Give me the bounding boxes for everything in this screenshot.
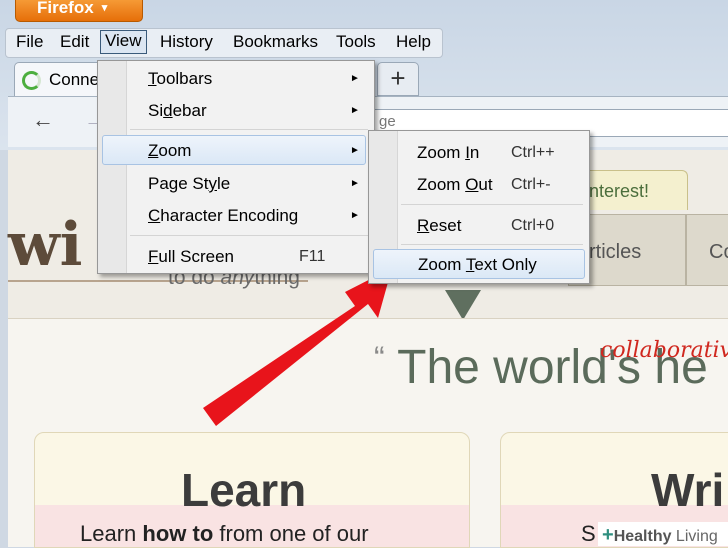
watermark-healthy: Healthy — [613, 528, 672, 545]
menu-item-reset[interactable]: Reset — [417, 216, 461, 236]
reset-shortcut: Ctrl+0 — [511, 217, 555, 234]
menu-separator — [130, 129, 368, 130]
menu-item-full-screen[interactable]: Full Screen — [148, 247, 234, 267]
menu-separator — [401, 244, 583, 245]
menu-item-sidebar[interactable]: Sidebar — [148, 101, 207, 121]
view-menu: Toolbars ► Sidebar ► Zoom ► Page Style ►… — [97, 60, 375, 274]
submenu-arrow-icon: ► — [350, 210, 360, 221]
zoom-submenu: Zoom In Ctrl++ Zoom Out Ctrl+- Reset Ctr… — [368, 130, 590, 284]
full-screen-shortcut: F11 — [299, 248, 326, 265]
submenu-arrow-icon: ► — [350, 105, 360, 116]
submenu-arrow-icon: ► — [350, 178, 360, 189]
zoom-text-only-label: Zoom Text Only — [418, 255, 537, 274]
menu-item-zoom-out[interactable]: Zoom Out — [417, 175, 493, 195]
submenu-arrow-icon: ► — [350, 73, 360, 84]
menu-separator — [401, 204, 583, 205]
zoom-in-shortcut: Ctrl++ — [511, 144, 555, 161]
menu-item-toolbars[interactable]: Toolbars — [148, 69, 212, 89]
red-arrow-shape — [203, 268, 392, 426]
menu-gutter — [98, 61, 127, 273]
zoom-label: Zoom — [148, 141, 192, 160]
menu-item-zoom-text-only[interactable]: Zoom Text Only — [373, 249, 585, 279]
menu-item-zoom-in[interactable]: Zoom In — [417, 143, 479, 163]
menu-item-zoom[interactable]: Zoom ► — [102, 135, 366, 165]
submenu-arrow-icon: ► — [350, 145, 360, 156]
watermark-living: Living — [671, 528, 718, 545]
menu-item-character-encoding[interactable]: Character Encoding — [148, 206, 298, 226]
menu-separator — [130, 235, 368, 236]
healthy-living-watermark: +Healthy Living — [598, 522, 728, 546]
zoom-out-shortcut: Ctrl+- — [511, 176, 551, 193]
menu-item-page-style[interactable]: Page Style — [148, 174, 230, 194]
plus-icon: + — [602, 524, 614, 546]
